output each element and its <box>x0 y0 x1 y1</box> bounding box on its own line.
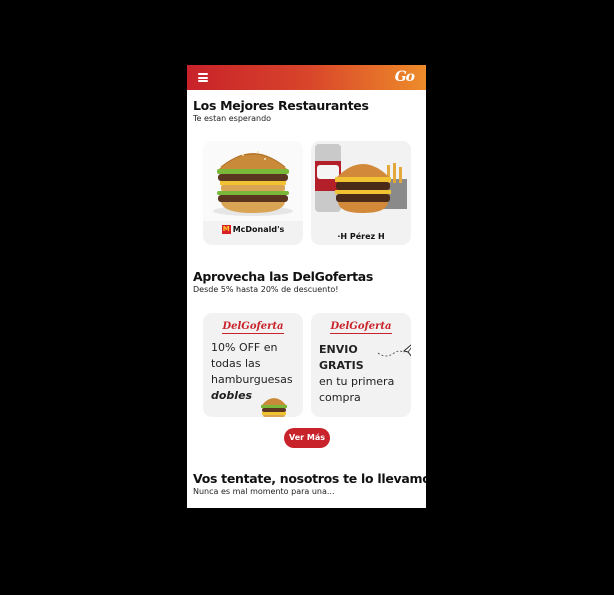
hamburger-icon[interactable] <box>198 73 208 82</box>
burger-image <box>203 141 303 221</box>
restaurants-subtitle: Te estan esperando <box>193 114 272 123</box>
delivery-title: Vos tentate, nosotros te lo llevamos <box>193 471 426 486</box>
perez-h-logo-icon: ·H <box>337 232 350 241</box>
restaurant-card-mcdonalds[interactable]: M McDonald's <box>203 141 303 245</box>
restaurant-label: ·H Pérez H <box>337 232 385 241</box>
restaurants-title: Los Mejores Restaurantes <box>193 98 369 113</box>
delivery-subtitle: Nunca es mal momento para una... <box>193 487 335 496</box>
app-screen: Go Los Mejores Restaurantes Te estan esp… <box>187 65 426 508</box>
mini-burger-icon <box>261 398 287 417</box>
ver-mas-button[interactable]: Ver Más <box>284 428 330 448</box>
burger-beer-image <box>311 141 411 221</box>
restaurant-card-perez-h[interactable]: ·H Pérez H <box>311 141 411 245</box>
offers-title: Aprovecha las DelGofertas <box>193 269 374 284</box>
top-bar: Go <box>187 65 426 90</box>
paper-plane-icon <box>377 344 411 357</box>
offer-card-double-burger[interactable]: DelGoferta 10% OFF en todas las hamburgu… <box>203 313 303 417</box>
offer-brand: DelGoferta <box>203 321 303 334</box>
offer-card-free-shipping[interactable]: DelGoferta ENVIO GRATIS en tu primera co… <box>311 313 411 417</box>
offers-subtitle: Desde 5% hasta 20% de descuento! <box>193 285 339 294</box>
restaurant-label: M McDonald's <box>221 225 285 234</box>
offer-brand: DelGoferta <box>311 321 411 334</box>
mcdonalds-logo-icon: M <box>221 225 231 234</box>
app-logo[interactable]: Go <box>395 69 415 85</box>
